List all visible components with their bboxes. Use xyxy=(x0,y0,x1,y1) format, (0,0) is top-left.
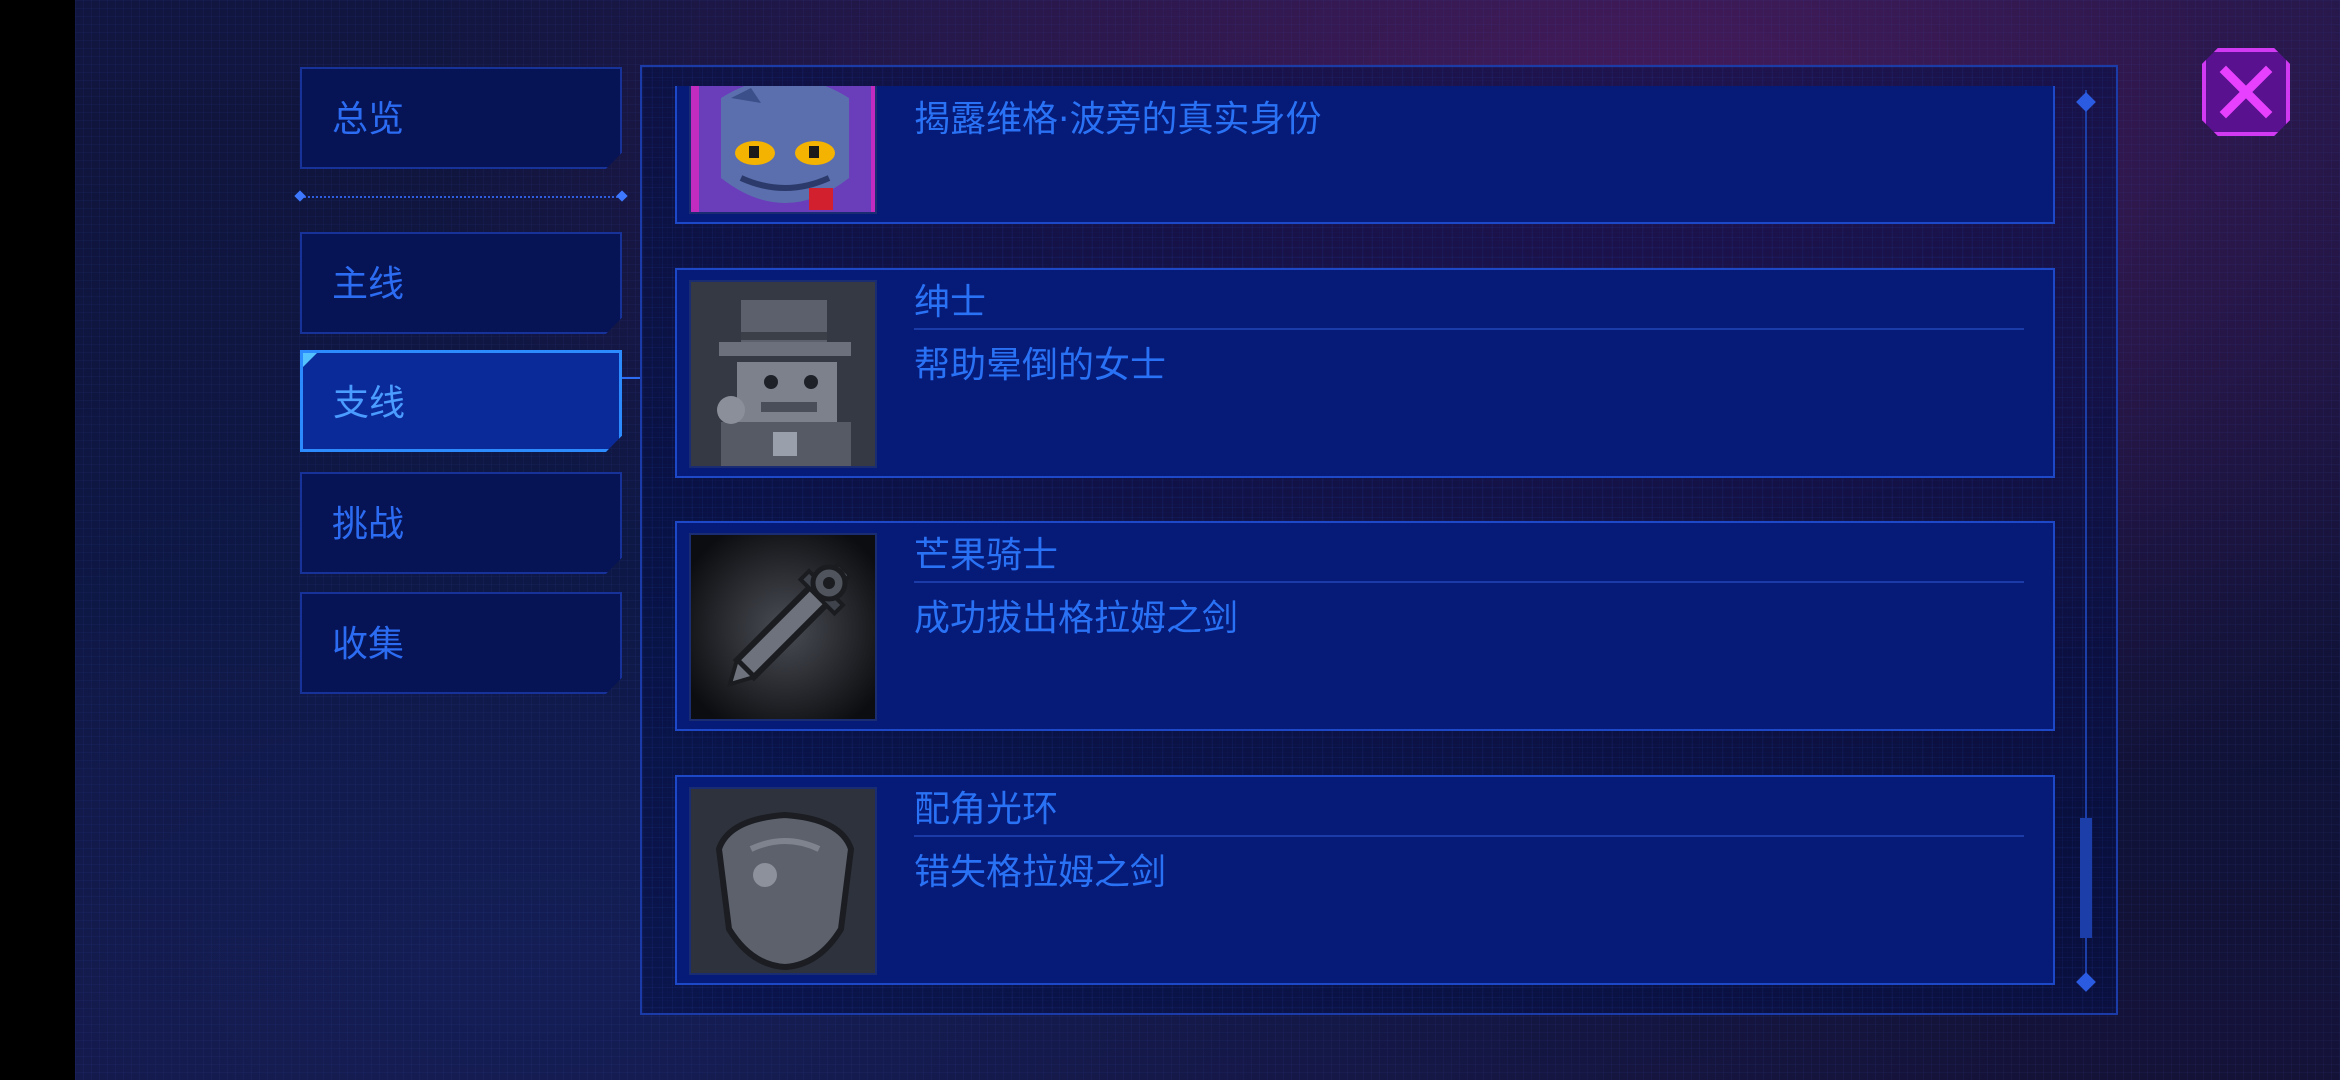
tab-connector xyxy=(622,377,642,379)
sword-icon xyxy=(689,533,877,721)
achievement-name: 绅士 xyxy=(914,278,2024,330)
achievement-description: 揭露维格·波旁的真实身份 xyxy=(914,99,1322,140)
achievement-description: 帮助晕倒的女士 xyxy=(914,345,1167,386)
tab-overview[interactable]: 总览 xyxy=(300,67,622,169)
tab-label: 主线 xyxy=(332,264,405,305)
tab-side-quest[interactable]: 支线 xyxy=(300,350,622,452)
achievement-card[interactable]: 芒果骑士 成功拔出格拉姆之剑 xyxy=(675,521,2055,731)
close-x-icon xyxy=(2219,65,2273,119)
scrollbar-bottom-node xyxy=(2074,970,2098,994)
tab-label: 收集 xyxy=(332,624,405,665)
gentleman-top-hat-icon xyxy=(689,280,877,468)
scrollbar-thumb[interactable] xyxy=(2080,818,2092,938)
scrollbar-top-node xyxy=(2074,90,2098,114)
screen-edge xyxy=(0,0,75,1080)
achievement-name: 配角光环 xyxy=(914,785,2024,837)
achievement-name: 芒果骑士 xyxy=(914,531,2024,583)
tab-collection[interactable]: 收集 xyxy=(300,592,622,694)
tab-label: 挑战 xyxy=(332,504,405,545)
achievement-card[interactable]: 配角光环 错失格拉姆之剑 xyxy=(675,775,2055,985)
list-scrollbar[interactable] xyxy=(2080,90,2092,990)
achievement-card[interactable]: 绅士 帮助晕倒的女士 xyxy=(675,268,2055,478)
nav-divider xyxy=(296,196,626,202)
tab-overview-label: 总览 xyxy=(332,99,405,140)
tab-label: 支线 xyxy=(333,383,406,424)
tab-main-quest[interactable]: 主线 xyxy=(300,232,622,334)
achievement-description: 成功拔出格拉姆之剑 xyxy=(914,598,1239,639)
shield-icon xyxy=(689,787,877,975)
close-button[interactable] xyxy=(2202,48,2290,136)
tab-challenge[interactable]: 挑战 xyxy=(300,472,622,574)
achievement-description: 错失格拉姆之剑 xyxy=(914,852,1167,893)
